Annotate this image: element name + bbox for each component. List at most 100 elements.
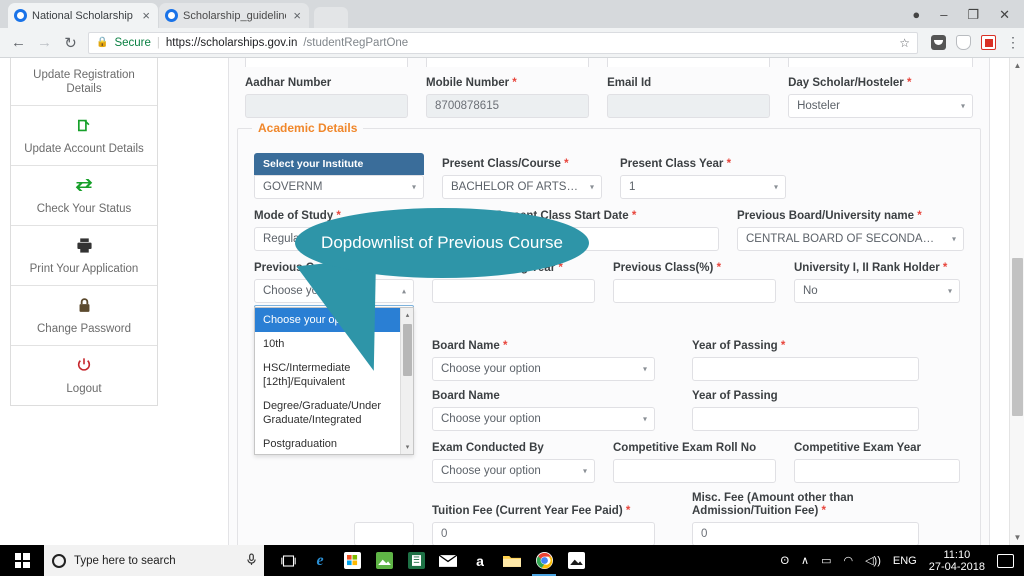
sidebar-item-logout[interactable]: Logout xyxy=(11,346,157,405)
forward-icon[interactable]: → xyxy=(36,34,53,51)
microphone-icon[interactable] xyxy=(247,553,256,569)
minimize-button[interactable]: – xyxy=(940,8,947,21)
pocket-extension-icon[interactable] xyxy=(931,35,946,50)
printer-icon xyxy=(17,237,151,258)
select-your-institute-button[interactable]: Select your Institute xyxy=(254,153,424,175)
competitive-exam-year-input[interactable] xyxy=(794,459,960,483)
sidebar-item-check-status[interactable]: Check Your Status xyxy=(11,166,157,226)
scroll-up-icon[interactable]: ▴ xyxy=(403,311,412,319)
profile-icon[interactable]: ● xyxy=(912,8,920,21)
previous-passing-year-input[interactable] xyxy=(432,279,595,303)
browser-tab-1[interactable]: Scholarship_guidelines_ × xyxy=(159,3,309,28)
page-scrollbar[interactable]: ▲ ▼ xyxy=(1009,58,1024,545)
dropdown-scroll-thumb[interactable] xyxy=(403,324,412,376)
dropdown-scrollbar[interactable]: ▴ ▾ xyxy=(400,308,413,454)
field-year-of-passing-1: Year of Passing * xyxy=(692,339,919,381)
show-hidden-icons-chevron[interactable]: ∧ xyxy=(801,554,809,567)
microsoft-store-icon[interactable] xyxy=(342,551,362,571)
task-view-icon[interactable] xyxy=(278,551,298,571)
dropdown-option[interactable]: Degree/Graduate/Under Graduate/Integrate… xyxy=(255,394,413,432)
scroll-down-icon[interactable]: ▼ xyxy=(1010,533,1024,542)
sidebar-item-update-account[interactable]: Update Account Details xyxy=(11,106,157,166)
chrome-menu-icon[interactable]: ⋮ xyxy=(1006,35,1020,50)
board-name-2-select[interactable]: Choose your option ▾ xyxy=(432,407,655,431)
tuition-fee-input[interactable]: 0 xyxy=(432,522,655,545)
sidebar-nav: Update Registration Details Update Accou… xyxy=(10,58,158,406)
field-tuition-fee: Tuition Fee (Current Year Fee Paid) * 0 xyxy=(432,504,655,545)
photos-icon[interactable] xyxy=(374,551,394,571)
present-class-year-select[interactable]: 1 ▾ xyxy=(620,175,786,199)
page-scroll-thumb[interactable] xyxy=(1012,258,1023,416)
new-tab-button[interactable] xyxy=(314,7,348,28)
chrome-icon[interactable] xyxy=(532,551,556,576)
address-bar[interactable]: 🔒 Secure | https://scholarships.gov.in /… xyxy=(88,31,918,54)
browser-tab-0[interactable]: National Scholarship Sch × xyxy=(8,3,158,28)
red-extension-icon[interactable] xyxy=(981,35,996,50)
scroll-up-icon[interactable]: ▲ xyxy=(1010,61,1024,70)
field-label: Competitive Exam Year xyxy=(794,442,921,454)
sidebar-item-label: Update Account Details xyxy=(24,143,144,155)
sidebar-item-label: Logout xyxy=(66,383,102,395)
competitive-exam-roll-no-input[interactable] xyxy=(613,459,776,483)
tab-close-icon[interactable]: × xyxy=(291,9,303,22)
url-path: /studentRegPartOne xyxy=(303,36,409,49)
back-icon[interactable]: ← xyxy=(10,34,27,51)
mobile-number-input[interactable]: 8700878615 xyxy=(426,94,590,118)
browser-toolbar: ← → ↻ 🔒 Secure | https://scholarships.go… xyxy=(0,28,1024,58)
institute-select[interactable]: GOVERNM ▾ xyxy=(254,175,424,199)
edge-icon[interactable]: e xyxy=(310,551,330,571)
excel-icon[interactable] xyxy=(406,551,426,571)
windows-logo-icon xyxy=(14,553,30,568)
misc-fee-input[interactable]: 0 xyxy=(692,522,919,545)
previous-class-percent-input[interactable] xyxy=(613,279,776,303)
pencil-square-icon xyxy=(17,117,151,138)
wifi-icon[interactable]: ◠ xyxy=(843,554,853,567)
exam-conducted-by-select[interactable]: Choose your option ▾ xyxy=(432,459,595,483)
email-id-input[interactable] xyxy=(607,94,771,118)
aadhar-number-input[interactable] xyxy=(245,94,409,118)
amazon-icon[interactable]: a xyxy=(470,551,490,571)
field-label: University I, II Rank Holder * xyxy=(794,262,948,274)
taskbar-clock[interactable]: 11:10 27-04-2018 xyxy=(929,549,985,573)
volume-icon[interactable]: ◁)) xyxy=(865,554,881,567)
field-mobile-number: Mobile Number * 8700878615 xyxy=(426,76,590,118)
taskbar-search-box[interactable]: Type here to search xyxy=(44,545,264,576)
previous-board-university-select[interactable]: CENTRAL BOARD OF SECONDARY EDU... ▾ xyxy=(737,227,964,251)
battery-icon[interactable]: ▭ xyxy=(821,554,831,567)
start-button[interactable] xyxy=(0,545,44,576)
year-of-passing-2-input[interactable] xyxy=(692,407,919,431)
dropdown-option[interactable]: Postgraduation xyxy=(255,432,413,454)
university-rank-holder-select[interactable]: No ▾ xyxy=(794,279,960,303)
sidebar-item-print-application[interactable]: Print Your Application xyxy=(11,226,157,286)
tab-close-icon[interactable]: × xyxy=(140,9,152,22)
sidebar-item-update-registration[interactable]: Update Registration Details xyxy=(11,58,157,106)
file-explorer-icon[interactable] xyxy=(502,551,522,571)
secure-label: Secure xyxy=(114,36,151,49)
lock-icon: 🔒 xyxy=(96,37,109,48)
present-class-course-select[interactable]: BACHELOR OF ARTS(ARTS) ▾ xyxy=(442,175,602,199)
browser-window: National Scholarship Sch × Scholarship_g… xyxy=(0,0,1024,545)
board-name-1-select[interactable]: Choose your option ▾ xyxy=(432,357,655,381)
year-of-passing-1-input[interactable] xyxy=(692,357,919,381)
sidebar-item-change-password[interactable]: Change Password xyxy=(11,286,157,346)
close-window-button[interactable]: ✕ xyxy=(999,8,1010,21)
hidden-input-3[interactable] xyxy=(354,522,414,545)
field-email-id: Email Id xyxy=(607,76,771,118)
language-indicator[interactable]: ENG xyxy=(893,555,917,567)
scroll-down-icon[interactable]: ▾ xyxy=(403,443,412,451)
taskbar-app-icons: e a xyxy=(264,551,586,576)
field-present-class-course: Present Class/Course * BACHELOR OF ARTS(… xyxy=(442,157,602,199)
day-scholar-hosteler-select[interactable]: Hosteler ▾ xyxy=(788,94,973,118)
mail-icon[interactable] xyxy=(438,551,458,571)
bookmark-star-icon[interactable]: ☆ xyxy=(899,36,910,50)
reload-icon[interactable]: ↻ xyxy=(62,34,79,52)
select-value: Choose your option xyxy=(441,363,541,375)
shield-extension-icon[interactable] xyxy=(956,35,971,50)
sidebar-item-label: Print Your Application xyxy=(29,263,139,275)
maximize-button[interactable]: ❐ xyxy=(967,8,979,21)
windows-taskbar: Type here to search e a ʘ ∧ ▭ ◠ ◁)) ENG … xyxy=(0,545,1024,576)
people-icon[interactable]: ʘ xyxy=(780,555,789,567)
photo-viewer-icon[interactable] xyxy=(566,551,586,571)
notification-center-icon[interactable] xyxy=(997,553,1014,568)
chevron-down-icon: ▾ xyxy=(411,182,416,192)
